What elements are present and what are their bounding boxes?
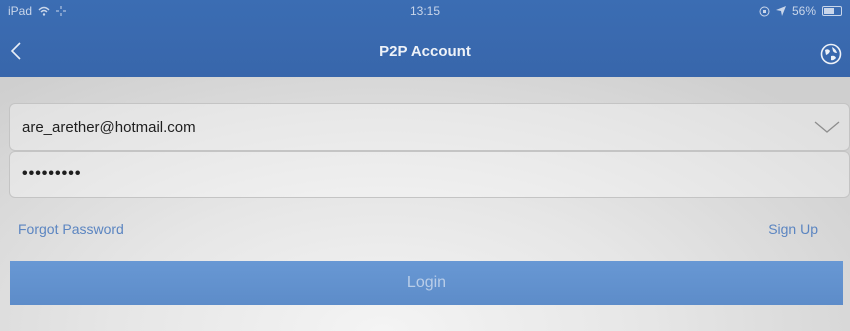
orientation-lock-icon	[759, 6, 770, 16]
battery-percent: 56%	[791, 4, 816, 18]
status-right: 56%	[759, 4, 842, 18]
login-button[interactable]: Login	[10, 261, 843, 305]
email-field[interactable]: are_arether@hotmail.com	[9, 103, 850, 151]
page-title: P2P Account	[379, 43, 471, 60]
status-bar: iPad 13:15 56%	[0, 0, 850, 20]
chevron-down-icon	[814, 121, 840, 133]
battery-icon	[822, 6, 842, 16]
password-field[interactable]: •••••••••	[9, 151, 850, 198]
account-dropdown-button[interactable]	[813, 118, 841, 136]
status-time: 13:15	[409, 4, 441, 18]
password-value: •••••••••	[22, 165, 82, 182]
sign-up-link[interactable]: Sign Up	[768, 221, 818, 237]
screen: iPad 13:15 56% P2P Account are_arether@h…	[0, 0, 850, 331]
forgot-password-link[interactable]: Forgot Password	[18, 221, 124, 237]
nav-bar: P2P Account	[0, 28, 850, 72]
email-value: are_arether@hotmail.com	[22, 119, 196, 136]
location-icon	[775, 6, 786, 16]
globe-button[interactable]	[819, 42, 843, 66]
top-bar: iPad 13:15 56% P2P Account	[0, 0, 850, 77]
globe-icon	[820, 43, 842, 65]
